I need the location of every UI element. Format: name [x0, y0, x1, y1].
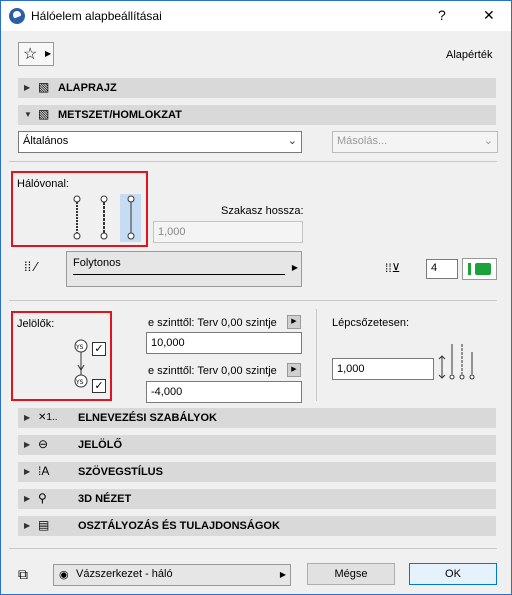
- eye-icon: ◉: [59, 569, 69, 581]
- expand-arrow-icon: ▶: [24, 494, 31, 503]
- panel-3d-nezet-label: 3D NÉZET: [78, 493, 132, 505]
- copy-select[interactable]: Másolás... ⌄: [332, 131, 498, 153]
- classification-icon: ▤: [38, 518, 50, 532]
- szakasz-label: Szakasz hossza:: [221, 205, 304, 217]
- expand-arrow-icon: ▶: [24, 467, 31, 476]
- divider: [9, 161, 497, 162]
- jelolok-label: Jelölők:: [17, 318, 55, 330]
- expand-arrow-icon: ▶: [24, 83, 31, 92]
- expand-arrow-icon: ▶: [24, 521, 31, 530]
- line-type-select[interactable]: Folytonos ▶: [66, 251, 302, 287]
- staggered-input[interactable]: 1,000: [332, 358, 434, 380]
- chevron-down-icon: ⌄: [483, 135, 493, 147]
- chevron-down-icon: ⌄: [287, 135, 297, 147]
- floorplan-icon: ▧: [38, 80, 50, 94]
- marker-icon: ⊖: [38, 437, 49, 451]
- collapse-arrow-icon: ▼: [24, 110, 32, 119]
- pen-number-value: 4: [431, 262, 438, 274]
- line-preview: [73, 274, 285, 275]
- triangle-right-icon: ▶: [279, 570, 286, 579]
- vertical-divider: [316, 309, 317, 401]
- ok-button[interactable]: OK: [409, 563, 497, 585]
- favorite-label: Alapérték: [446, 49, 493, 61]
- from-level-1-input[interactable]: 10,000: [146, 332, 302, 354]
- cancel-button[interactable]: Mégse: [307, 563, 395, 585]
- layer-select[interactable]: ◉ Vázszerkezet - háló ▶: [53, 564, 291, 586]
- line-style-dashed-icon[interactable]: [100, 195, 108, 240]
- section-icon: ▧: [38, 107, 50, 121]
- line-style-dotted-icon[interactable]: [73, 195, 81, 240]
- pen-number-input[interactable]: 4: [426, 259, 458, 279]
- view-select[interactable]: Általános ⌄: [18, 131, 302, 153]
- pen-color-swatch[interactable]: [462, 258, 497, 280]
- line-style-solid-icon[interactable]: [120, 194, 141, 242]
- staggered-icon: [438, 344, 475, 380]
- expand-arrow-icon: ▶: [24, 413, 31, 422]
- panel-elnevezesi[interactable]: ▶ ✕1.. ELNEVEZÉSI SZABÁLYOK: [18, 408, 496, 428]
- layer-value: Vázszerkezet - háló: [76, 568, 173, 580]
- dialog-window: Hálóelem alapbeállításai ? ✕ ☆ ▶ Alapért…: [0, 0, 512, 595]
- help-button[interactable]: ?: [438, 7, 446, 23]
- divider: [9, 548, 497, 549]
- from-level-1-menu-button[interactable]: ▶: [287, 315, 301, 329]
- from-level-1-value: 10,000: [151, 337, 185, 349]
- pen-color-marker: [468, 263, 471, 275]
- view-select-value: Általános: [23, 135, 69, 147]
- from-level-2-label: e szinttől: Terv 0,00 szintje: [148, 365, 277, 377]
- from-level-2-input[interactable]: -4,000: [146, 381, 302, 403]
- from-level-1-label: e szinttől: Terv 0,00 szintje: [148, 317, 277, 329]
- from-level-2-menu-button[interactable]: ▶: [287, 363, 301, 377]
- segment-length-input[interactable]: 1,000: [153, 221, 303, 243]
- bottom-marker-checkbox[interactable]: ✓: [92, 379, 106, 393]
- triangle-right-icon: ▶: [45, 49, 52, 58]
- panel-jelolo[interactable]: ▶ ⊖ JELÖLŐ: [18, 435, 496, 455]
- pen-icon: ⁞⁞⊻: [385, 261, 401, 275]
- top-marker-checkbox[interactable]: ✓: [92, 342, 106, 356]
- svg-text:YS: YS: [75, 344, 84, 351]
- segment-length-value: 1,000: [158, 226, 186, 238]
- naming-rules-icon: ✕1..: [38, 412, 58, 423]
- triangle-right-icon: ▶: [291, 263, 298, 272]
- line-style-options[interactable]: [67, 193, 143, 243]
- panel-alaprajz-label: ALAPRAJZ: [58, 82, 117, 94]
- text-style-icon: ⁞A: [38, 464, 50, 478]
- window-title: Hálóelem alapbeállításai: [31, 9, 162, 23]
- svg-text:YS: YS: [75, 379, 84, 386]
- panel-alaprajz[interactable]: ▶ ▧ ALAPRAJZ: [18, 78, 496, 98]
- line-type-icon: ⁞⁞ ⁄: [24, 259, 38, 274]
- panel-metszet[interactable]: ▼ ▧ METSZET/HOMLOKZAT: [18, 105, 496, 125]
- 3d-view-icon: ⚲: [38, 491, 47, 505]
- panel-3d-nezet[interactable]: ▶ ⚲ 3D NÉZET: [18, 489, 496, 509]
- divider: [9, 300, 497, 301]
- panel-osztalyozas-label: OSZTÁLYOZÁS ÉS TULAJDONSÁGOK: [78, 520, 280, 532]
- title-bar: Hálóelem alapbeállításai ? ✕: [1, 1, 511, 31]
- panel-szovegstilus[interactable]: ▶ ⁞A SZÖVEGSTÍLUS: [18, 462, 496, 482]
- panel-metszet-label: METSZET/HOMLOKZAT: [58, 109, 182, 121]
- staggered-value: 1,000: [337, 363, 365, 375]
- panel-elnevezesi-label: ELNEVEZÉSI SZABÁLYOK: [78, 412, 217, 424]
- star-icon: ☆: [23, 46, 38, 63]
- lepcsozetesen-label: Lépcsőzetesen:: [332, 317, 410, 329]
- panel-jelolo-label: JELÖLŐ: [78, 439, 123, 451]
- close-button[interactable]: ✕: [483, 7, 495, 24]
- line-type-value: Folytonos: [73, 257, 121, 269]
- from-level-2-value: -4,000: [151, 386, 183, 398]
- app-icon: [9, 8, 25, 24]
- layer-icon: ⧉: [18, 566, 28, 582]
- favorites-button[interactable]: ☆ ▶: [18, 42, 54, 66]
- panel-osztalyozas[interactable]: ▶ ▤ OSZTÁLYOZÁS ÉS TULAJDONSÁGOK: [18, 516, 496, 536]
- copy-select-placeholder: Másolás...: [337, 135, 388, 147]
- expand-arrow-icon: ▶: [24, 440, 31, 449]
- pen-color-fill: [475, 263, 491, 275]
- panel-szovegstilus-label: SZÖVEGSTÍLUS: [78, 466, 163, 478]
